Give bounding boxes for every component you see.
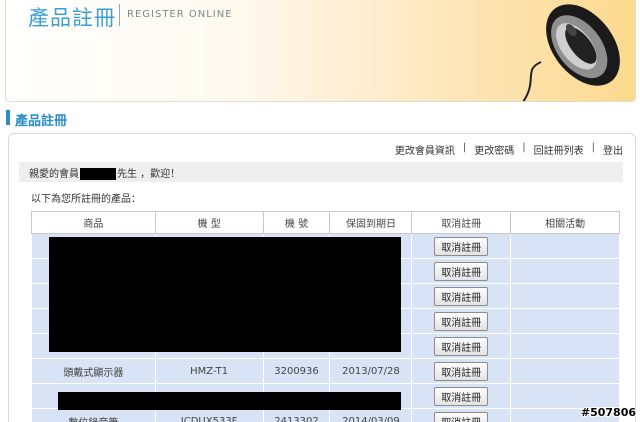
header-banner: 產品註冊 REGISTER ONLINE xyxy=(5,0,636,102)
back-to-list-link[interactable]: 回註冊列表 xyxy=(534,142,584,157)
cancel-cell: 取消註冊 xyxy=(411,408,512,422)
cancel-registration-button[interactable]: 取消註冊 xyxy=(434,236,489,256)
table-row: 數位錄音筆 ICDUX533F 2413302 2014/03/09 取消註冊 xyxy=(31,408,620,422)
logout-link[interactable]: 登出 xyxy=(603,142,623,157)
warranty-cell: 2013/07/28 xyxy=(329,358,413,384)
redaction-block xyxy=(58,392,401,410)
banner-subtitle: REGISTER ONLINE xyxy=(127,9,233,20)
redacted-name xyxy=(80,168,116,180)
cancel-registration-button[interactable]: 取消註冊 xyxy=(434,311,489,331)
banner-title: 產品註冊 xyxy=(28,6,116,30)
activities-cell xyxy=(510,358,620,384)
redaction-block xyxy=(49,237,401,352)
activities-cell xyxy=(510,308,620,334)
banner-divider xyxy=(119,4,120,26)
computer-mouse-icon xyxy=(522,4,620,101)
table-row: 頭戴式顯示器 HMZ-T1 3200936 2013/07/28 取消註冊 xyxy=(31,358,620,384)
cancel-cell: 取消註冊 xyxy=(411,233,512,259)
warranty-cell: 2014/03/09 xyxy=(329,408,413,422)
intro-text: 以下為您所註冊的產品： xyxy=(31,194,141,205)
product-cell: 數位錄音筆 xyxy=(31,408,156,422)
cancel-cell: 取消註冊 xyxy=(411,308,512,334)
table-header-row: 商品 機 型 機 號 保固到期日 取消註冊 相關活動 xyxy=(31,211,620,234)
product-cell: 頭戴式顯示器 xyxy=(31,358,156,384)
section-title: 產品註冊 xyxy=(15,114,68,129)
col-header-warranty: 保固到期日 xyxy=(329,211,413,234)
watermark: #507806 xyxy=(580,406,636,419)
activities-cell xyxy=(510,258,620,284)
col-header-serial: 機 號 xyxy=(262,211,331,234)
cancel-registration-button[interactable]: 取消註冊 xyxy=(434,411,489,422)
serial-cell: 3200936 xyxy=(262,358,331,384)
cancel-registration-button[interactable]: 取消註冊 xyxy=(434,336,489,356)
serial-cell: 2413302 xyxy=(262,408,331,422)
cancel-cell: 取消註冊 xyxy=(411,383,512,409)
activities-cell xyxy=(510,233,620,259)
cancel-cell: 取消註冊 xyxy=(411,283,512,309)
account-links: 更改會員資訊 | 更改密碼 | 回註冊列表 | 登出 xyxy=(395,142,623,157)
col-header-cancel: 取消註冊 xyxy=(411,211,512,234)
activities-cell xyxy=(510,383,620,409)
link-separator: | xyxy=(522,142,526,153)
change-password-link[interactable]: 更改密碼 xyxy=(474,142,514,157)
col-header-product: 商品 xyxy=(31,211,156,234)
activities-cell xyxy=(510,283,620,309)
welcome-prefix: 親愛的會員 xyxy=(29,169,79,180)
cancel-cell: 取消註冊 xyxy=(411,358,512,384)
cancel-cell: 取消註冊 xyxy=(411,333,512,359)
edit-member-info-link[interactable]: 更改會員資訊 xyxy=(395,142,455,157)
activities-cell xyxy=(510,333,620,359)
section-marker xyxy=(6,110,10,125)
link-separator: | xyxy=(591,142,595,153)
cancel-registration-button[interactable]: 取消註冊 xyxy=(434,361,489,381)
link-separator: | xyxy=(462,142,467,153)
cancel-registration-button[interactable]: 取消註冊 xyxy=(434,386,489,406)
model-cell: HMZ-T1 xyxy=(154,358,264,384)
welcome-suffix: 先生 ，歡迎！ xyxy=(117,169,181,180)
model-cell: ICDUX533F xyxy=(154,408,264,422)
col-header-model: 機 型 xyxy=(154,211,264,234)
welcome-bar: 親愛的會員 先生 ，歡迎！ xyxy=(19,162,623,182)
col-header-activities: 相關活動 xyxy=(510,211,620,234)
cancel-registration-button[interactable]: 取消註冊 xyxy=(434,286,489,306)
cancel-cell: 取消註冊 xyxy=(411,258,512,284)
cancel-registration-button[interactable]: 取消註冊 xyxy=(434,261,489,281)
